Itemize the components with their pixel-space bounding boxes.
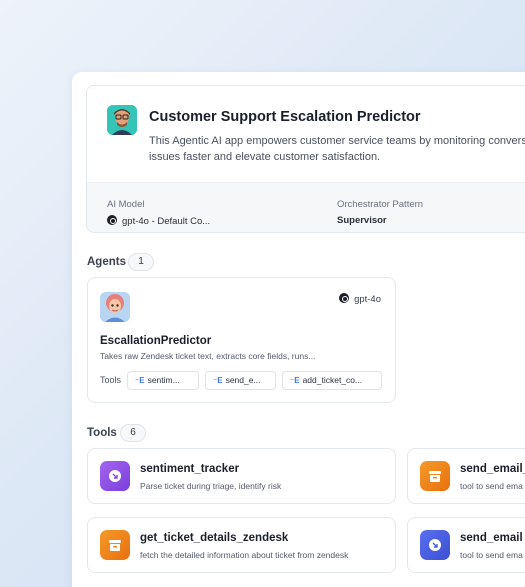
app-title: Customer Support Escalation Predictor	[149, 109, 421, 125]
orchestrator-value: Supervisor	[337, 215, 387, 226]
openai-icon	[339, 293, 350, 303]
tool-description: tool to send ema	[460, 550, 523, 560]
orchestrator-label: Orchestrator Pattern	[337, 199, 424, 210]
agent-card[interactable]: gpt-4o EscallationPredictor Takes raw Ze…	[87, 277, 396, 403]
agent-tools-label: Tools	[100, 375, 122, 385]
tool-card-send-email-2[interactable]: send_email tool to send ema	[407, 517, 525, 573]
tools-count-badge: 6	[120, 424, 146, 442]
arrow-badge-icon	[109, 470, 121, 482]
tool-chip-icon: ⁻E	[213, 376, 223, 385]
tool-chip-icon: ⁻E	[135, 376, 145, 385]
arrow-badge-icon	[429, 539, 441, 551]
tool-name: send_email	[460, 532, 523, 544]
agent-description: Takes raw Zendesk ticket text, extracts …	[100, 351, 316, 361]
app-description: This Agentic AI app empowers customer se…	[149, 135, 525, 163]
agent-tool-chip[interactable]: ⁻E send_e...	[205, 371, 276, 390]
tool-name: get_ticket_details_zendesk	[140, 532, 289, 544]
agent-avatar	[100, 292, 130, 322]
tool-description: tool to send ema	[460, 481, 523, 491]
agent-tool-chip[interactable]: ⁻E add_ticket_co...	[282, 371, 382, 390]
tools-heading: Tools	[87, 427, 117, 439]
tool-card-sentiment-tracker[interactable]: sentiment_tracker Parse ticket during tr…	[87, 448, 396, 504]
agent-tool-chip[interactable]: ⁻E sentim...	[127, 371, 199, 390]
tool-icon	[420, 461, 450, 491]
tool-card-send-email[interactable]: send_email_ tool to send ema	[407, 448, 525, 504]
tool-description: fetch the detailed information about tic…	[140, 550, 349, 560]
tool-name: sentiment_tracker	[140, 463, 240, 475]
tool-description: Parse ticket during triage, identify ris…	[140, 481, 282, 491]
tool-icon	[100, 530, 130, 560]
agents-heading: Agents	[87, 256, 126, 268]
app-avatar	[107, 105, 137, 135]
ai-model-label: AI Model	[107, 199, 145, 210]
tool-icon	[100, 461, 130, 491]
tool-chip-icon: ⁻E	[290, 376, 300, 385]
app-meta: AI Model gpt-4o - Default Co... Orchestr…	[87, 182, 525, 232]
archive-icon	[429, 471, 441, 482]
agent-model: gpt-4o	[339, 293, 381, 305]
agent-name: EscallationPredictor	[100, 335, 212, 347]
agents-count-badge: 1	[128, 253, 154, 271]
openai-icon	[107, 215, 117, 225]
ai-model-value[interactable]: gpt-4o - Default Co...	[107, 215, 210, 227]
app-overview-card: Customer Support Escalation Predictor Th…	[86, 85, 525, 233]
tool-name: send_email_	[460, 463, 525, 475]
tool-icon	[420, 530, 450, 560]
archive-icon	[109, 540, 121, 551]
tool-card-get-ticket-details[interactable]: get_ticket_details_zendesk fetch the det…	[87, 517, 396, 573]
